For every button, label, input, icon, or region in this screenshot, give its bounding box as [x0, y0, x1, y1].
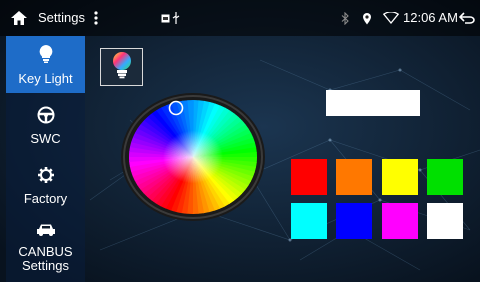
swatch-blue[interactable] [336, 203, 372, 239]
sidebar-item-factory[interactable]: Factory [6, 158, 85, 213]
swatch-orange[interactable] [336, 159, 372, 195]
sidebar-item-label: CANBUS Settings [18, 244, 73, 273]
wifi-icon [383, 0, 399, 36]
status-time: 12:06 AM [403, 10, 458, 25]
sidebar-item-swc[interactable]: SWC [6, 98, 85, 153]
steering-wheel-icon [37, 106, 55, 129]
rgb-bulb-button[interactable] [100, 48, 143, 86]
sidebar-item-canbus-settings[interactable]: CANBUS Settings [6, 217, 85, 279]
bulb-icon [38, 44, 54, 69]
status-bar: Settings 12:06 AM [0, 0, 480, 36]
selected-color-preview [326, 90, 420, 116]
usb-icon [171, 0, 181, 36]
sidebar-item-label: Key Light [18, 70, 73, 86]
status-title: Settings [38, 10, 85, 25]
swatch-white[interactable] [427, 203, 463, 239]
sidebar-item-label: Factory [23, 190, 68, 206]
rgb-bulb-icon [111, 51, 133, 84]
sidebar: Key Light SWC Factory CANBUS Settings [6, 36, 85, 282]
swatch-cyan[interactable] [291, 203, 327, 239]
swatch-yellow[interactable] [382, 159, 418, 195]
gallery-icon [160, 0, 170, 36]
color-wheel[interactable] [120, 92, 266, 222]
swatch-green[interactable] [427, 159, 463, 195]
home-icon[interactable] [8, 0, 30, 36]
car-icon [36, 223, 56, 242]
back-icon[interactable] [458, 0, 476, 36]
swatch-magenta[interactable] [382, 203, 418, 239]
bluetooth-icon [339, 0, 351, 36]
location-icon [361, 0, 373, 36]
sidebar-item-key-light[interactable]: Key Light [6, 36, 85, 93]
gear-icon [37, 166, 55, 189]
swatch-red[interactable] [291, 159, 327, 195]
sidebar-item-label: SWC [30, 130, 61, 146]
overflow-menu-icon[interactable] [92, 0, 100, 36]
